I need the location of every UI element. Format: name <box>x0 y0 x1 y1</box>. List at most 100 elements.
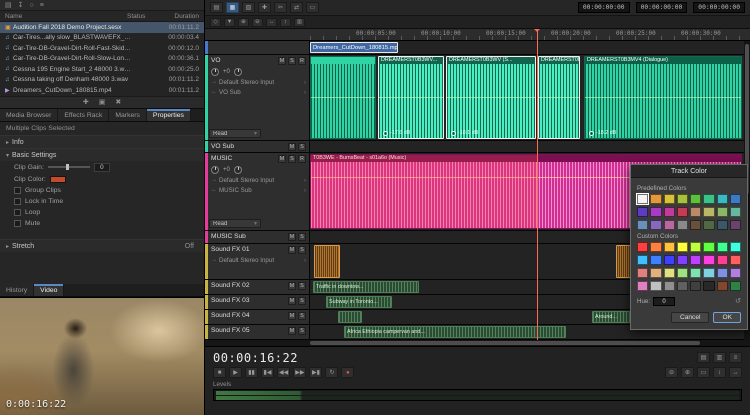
color-swatch[interactable] <box>703 281 714 291</box>
multitrack-view-button[interactable]: ▦ <box>226 2 239 13</box>
track-solo-button[interactable]: S <box>298 246 306 254</box>
panel-menu-icon[interactable]: ≡ <box>40 2 44 9</box>
reset-color-icon[interactable]: ↺ <box>735 298 741 305</box>
color-swatch[interactable] <box>637 242 648 252</box>
clip[interactable]: DREAMERST0B3WV...-17.6 dB <box>378 56 444 139</box>
slip-tool-button[interactable]: ⇄ <box>290 2 303 13</box>
color-swatch[interactable] <box>677 255 688 265</box>
color-swatch[interactable] <box>730 268 741 278</box>
color-swatch[interactable] <box>690 268 701 278</box>
mixer-icon[interactable]: ▥ <box>713 352 726 363</box>
checkbox[interactable] <box>14 187 21 194</box>
clip[interactable]: Africa Ethiopia campervan and... <box>344 326 566 338</box>
track-solo-button[interactable]: S <box>298 312 306 320</box>
color-swatch[interactable] <box>650 207 661 217</box>
checkbox-row-lock-in-time[interactable]: Lock in Time <box>0 196 204 207</box>
move-tool-button[interactable]: ✚ <box>258 2 271 13</box>
file-row[interactable]: ♫Cessna 195 Engine Start_2 48000 3.wav00… <box>0 64 204 75</box>
color-swatch[interactable] <box>637 207 648 217</box>
track-header-sound-fx-05[interactable]: Sound FX 05MS <box>205 325 310 339</box>
output-routing[interactable]: ←MUSIC Sub› <box>209 185 309 195</box>
checkbox-row-mute[interactable]: Mute <box>0 218 204 229</box>
color-swatch[interactable] <box>717 255 728 265</box>
color-swatch[interactable] <box>677 207 688 217</box>
color-swatch[interactable] <box>690 194 701 204</box>
clip-gain-value[interactable]: 0 <box>94 163 110 172</box>
color-swatch[interactable] <box>677 220 688 230</box>
pause-button[interactable]: ▮▮ <box>245 367 258 378</box>
clip-gain-knob[interactable] <box>589 131 594 136</box>
play-button[interactable]: ▶ <box>229 367 242 378</box>
track-header-vo-sub[interactable]: VO SubMS <box>205 141 310 152</box>
record-button[interactable]: ● <box>341 367 354 378</box>
color-swatch[interactable] <box>677 268 688 278</box>
zoom-horizontal-button[interactable]: ↔ <box>729 367 742 378</box>
color-swatch[interactable] <box>690 207 701 217</box>
tab-effects-rack[interactable]: Effects Rack <box>58 109 109 121</box>
color-swatch[interactable] <box>664 242 675 252</box>
clip[interactable] <box>314 245 340 278</box>
track-arm-button[interactable]: R <box>298 57 306 65</box>
track-header-vo[interactable]: VOMSR+0→Default Stereo Input›←VO Sub›Rea… <box>205 55 310 140</box>
color-swatch[interactable] <box>664 255 675 265</box>
clip[interactable] <box>338 311 362 323</box>
color-swatch[interactable] <box>664 268 675 278</box>
zoom-in-time-button[interactable]: ⊕ <box>238 18 249 27</box>
color-swatch[interactable] <box>717 207 728 217</box>
color-swatch[interactable] <box>703 220 714 230</box>
clip[interactable]: DREAMERST0B3WV (S...-18.1 dB <box>446 56 536 139</box>
hue-input[interactable]: 0 <box>653 297 675 306</box>
color-swatch[interactable] <box>664 207 675 217</box>
media-browser-icon[interactable]: ▤ <box>5 2 12 9</box>
color-swatch[interactable] <box>690 220 701 230</box>
file-row[interactable]: ♫Car-Tires...ally slow_BLASTWAVEFX_09091… <box>0 33 204 44</box>
session-properties-icon[interactable]: ▤ <box>697 352 710 363</box>
track-solo-button[interactable]: S <box>298 297 306 305</box>
color-swatch[interactable] <box>703 268 714 278</box>
column-name[interactable]: Name <box>5 13 127 20</box>
color-swatch[interactable] <box>730 194 741 204</box>
automation-mode-dropdown[interactable]: Read▾ <box>209 219 261 228</box>
color-swatch[interactable] <box>677 242 688 252</box>
track-solo-button[interactable]: S <box>298 233 306 241</box>
color-swatch[interactable] <box>637 194 648 204</box>
color-swatch[interactable] <box>650 220 661 230</box>
file-row[interactable]: ♫Car-Tire-DB-Gravel-Dirt-Roll-Slow-Long … <box>0 54 204 65</box>
track-arm-button[interactable]: R <box>298 155 306 163</box>
clip[interactable]: Subway in Toronto... <box>326 296 392 308</box>
color-swatch[interactable] <box>664 281 675 291</box>
track-header-video[interactable] <box>205 41 310 54</box>
color-swatch[interactable] <box>637 268 648 278</box>
clip[interactable] <box>310 56 376 139</box>
razor-tool-button[interactable]: ✂ <box>274 2 287 13</box>
color-swatch[interactable] <box>637 281 648 291</box>
panel-menu-icon[interactable]: ≡ <box>729 352 742 363</box>
color-swatch[interactable] <box>703 194 714 204</box>
color-swatch[interactable] <box>650 242 661 252</box>
track-header-sound-fx-04[interactable]: Sound FX 04MS <box>205 310 310 324</box>
color-swatch[interactable] <box>664 220 675 230</box>
tab-media-browser[interactable]: Media Browser <box>0 109 58 121</box>
track-header-music[interactable]: MUSICMSR+0→Default Stereo Input›←MUSIC S… <box>205 153 310 230</box>
color-swatch[interactable] <box>717 242 728 252</box>
color-swatch[interactable] <box>664 194 675 204</box>
vertical-zoom-button[interactable]: ↕ <box>280 18 291 27</box>
column-status[interactable]: Status <box>127 13 157 20</box>
tab-history[interactable]: History <box>0 284 34 296</box>
file-row[interactable]: ♫Car-Tire-DB-Gravel-Dirt-Roll-Fast-Skid … <box>0 43 204 54</box>
fast-forward-button[interactable]: ▶▶ <box>293 367 306 378</box>
clip[interactable]: Dreamers_CutDown_180815.mp4 <box>310 42 398 53</box>
tab-markers[interactable]: Markers <box>109 109 147 121</box>
input-routing[interactable]: →Default Stereo Input› <box>209 255 309 265</box>
ok-button[interactable]: OK <box>713 312 741 323</box>
import-file-icon[interactable]: ↧ <box>18 2 24 9</box>
pan-knob[interactable] <box>234 166 242 174</box>
color-swatch[interactable] <box>730 281 741 291</box>
spectral-display-button[interactable]: ▨ <box>242 2 255 13</box>
section-basic-settings[interactable]: ▾ Basic Settings <box>0 148 204 161</box>
track-lane[interactable] <box>310 141 750 152</box>
track-lane[interactable]: DREAMERST0B3WV...-17.6 dBDREAMERST0B3WV … <box>310 55 750 140</box>
color-swatch[interactable] <box>650 194 661 204</box>
color-swatch[interactable] <box>730 255 741 265</box>
color-swatch[interactable] <box>690 281 701 291</box>
